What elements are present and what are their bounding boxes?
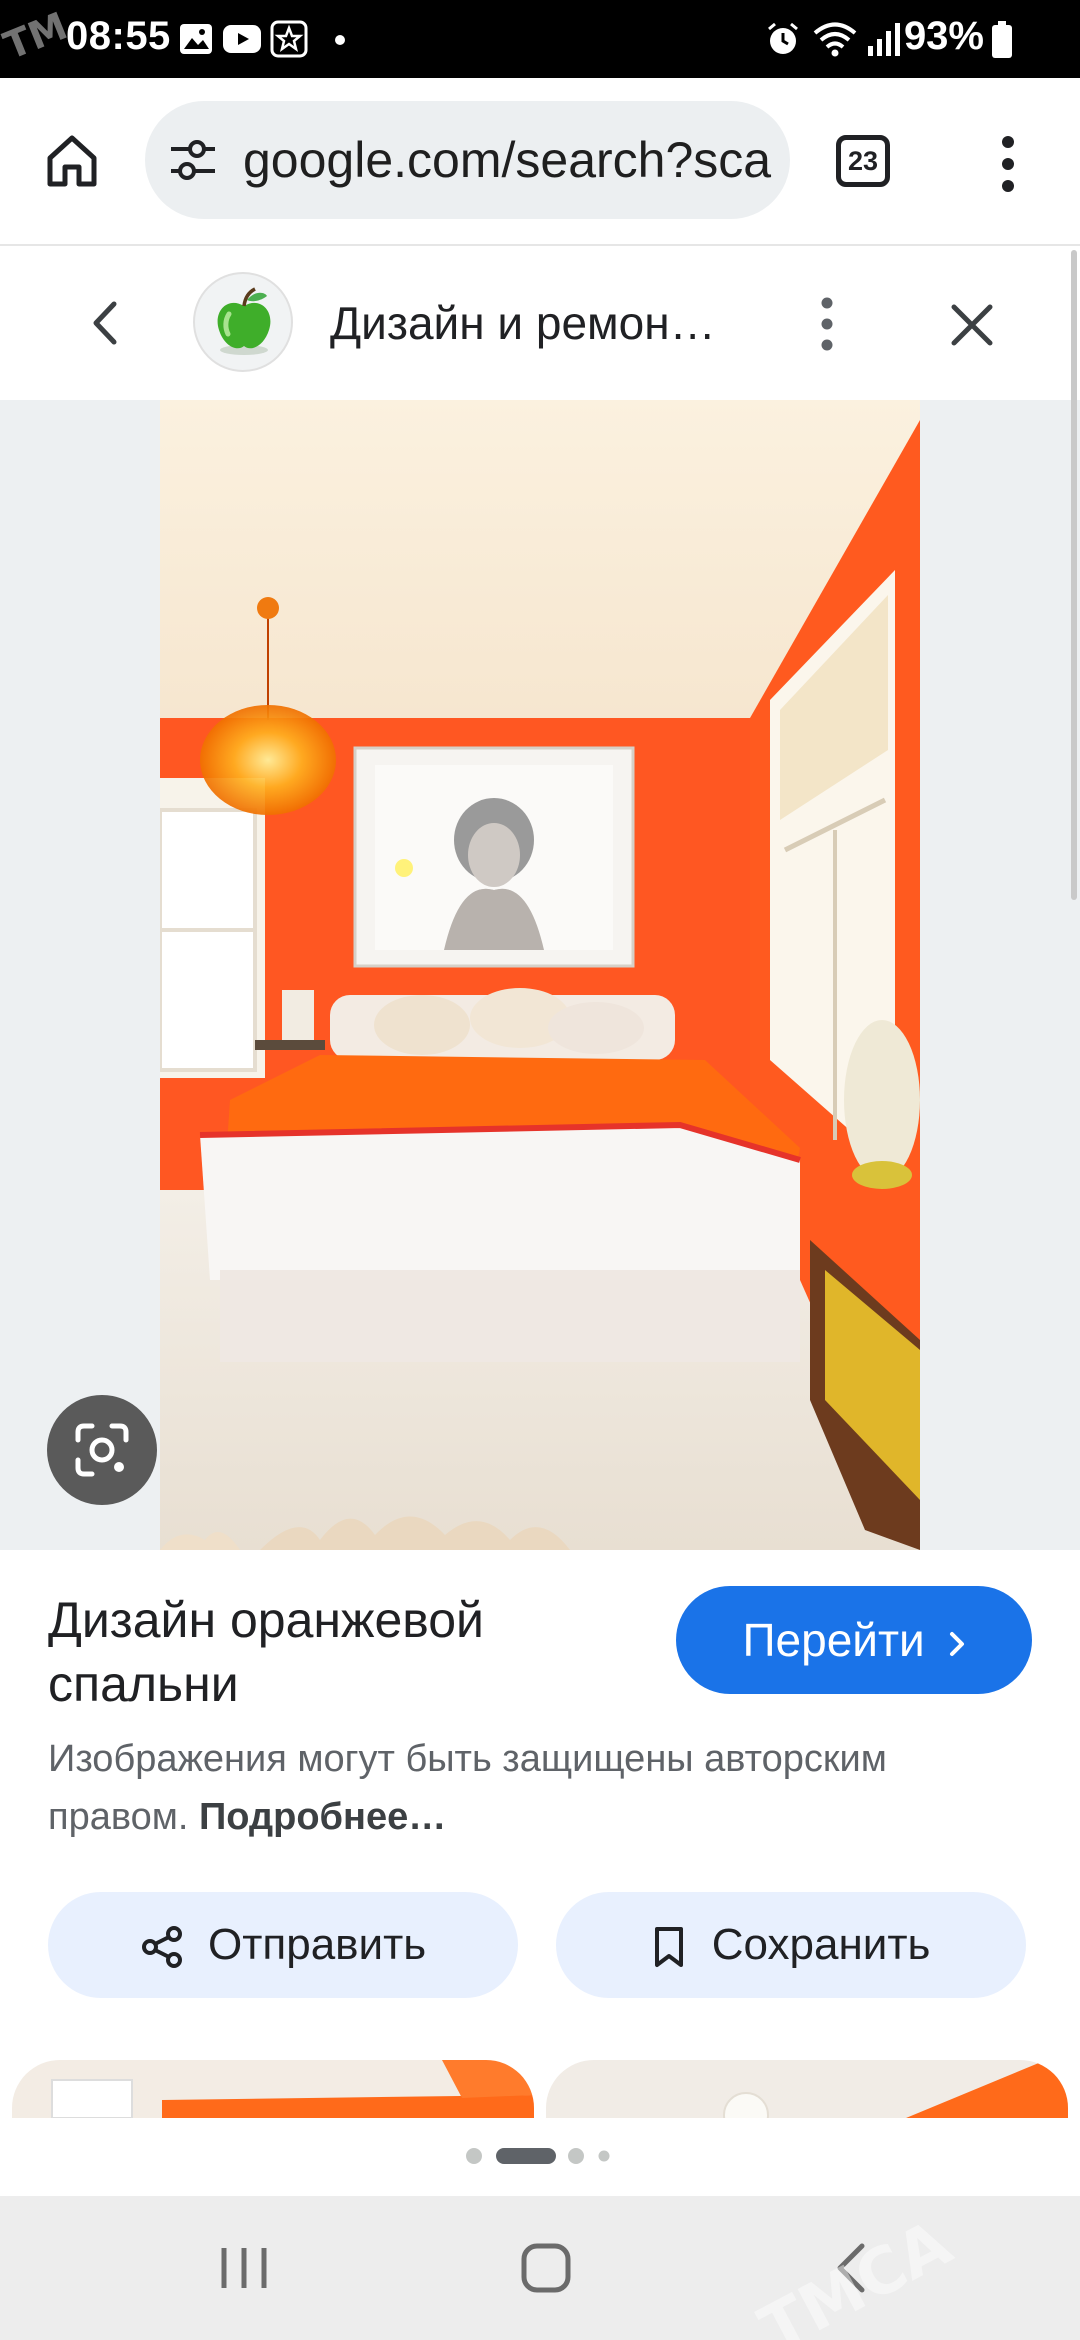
save-label: Сохранить [711,1920,931,1969]
image-info-panel: Дизайн оранжевой спальни Перейти Изображ… [0,1550,1080,2070]
tab-switcher-button[interactable]: 23 [836,135,890,187]
home-icon[interactable] [44,130,100,190]
site-favicon [193,272,293,372]
bedroom-illustration [160,400,920,1550]
battery-icon [992,21,1012,58]
close-icon[interactable] [950,303,994,347]
share-label: Отправить [208,1920,427,1969]
watermark-icon: TMCA [749,2206,964,2340]
svg-text:TM: TM [0,4,73,69]
wifi-icon [813,22,857,57]
browser-menu-icon[interactable] [996,134,1020,194]
share-button[interactable]: Отправить [48,1892,518,1998]
lens-button[interactable] [47,1395,157,1505]
status-bar: 08:55 93% [0,0,1080,78]
browser-toolbar: google.com/search?sca 23 [0,78,1080,246]
related-image-2 [546,2060,1068,2118]
scrollbar[interactable] [1071,250,1077,900]
related-image-1 [12,2060,534,2118]
visit-button-label: Перейти [742,1614,925,1666]
learn-more-link[interactable]: Подробнее… [199,1796,446,1838]
image-viewer-header: Дизайн и ремон… [0,248,1080,400]
copyright-notice: Изображения могут быть защищены авторски… [48,1730,1028,1846]
star-app-icon [270,20,308,58]
more-options-icon[interactable] [815,296,839,352]
related-thumbnail[interactable] [546,2060,1068,2118]
recent-apps-icon[interactable] [218,2244,270,2292]
dot-icon [335,35,345,45]
chevron-right-icon [949,1631,964,1656]
battery-level: 93% [903,14,984,58]
youtube-icon [223,25,261,53]
watermark-icon: TM [0,4,73,69]
signal-icon [868,23,900,56]
bookmark-icon [654,1927,683,1968]
image-stage [0,400,1080,1550]
site-title[interactable]: Дизайн и ремон… [330,296,740,350]
gallery-icon [180,24,212,54]
bedroom-photo[interactable] [160,400,920,1550]
share-icon [141,1926,182,1969]
home-nav-icon[interactable] [520,2242,572,2294]
url-bar[interactable]: google.com/search?sca [145,101,790,219]
related-thumbnail[interactable] [12,2060,534,2118]
visit-button[interactable]: Перейти [676,1586,1032,1694]
copyright-text: Изображения могут быть защищены авторски… [48,1738,887,1838]
svg-text:TMCA: TMCA [749,2206,964,2340]
apple-logo-icon [217,287,271,355]
status-time: 08:55 [66,14,171,58]
url-text: google.com/search?sca [243,132,772,188]
site-settings-icon[interactable] [167,137,219,183]
alarm-icon [768,22,798,54]
image-title: Дизайн оранжевой спальни [48,1592,484,1712]
lens-icon [75,1423,129,1477]
save-button[interactable]: Сохранить [556,1892,1026,1998]
back-icon[interactable] [90,300,120,346]
pagination-dots [466,2148,610,2164]
